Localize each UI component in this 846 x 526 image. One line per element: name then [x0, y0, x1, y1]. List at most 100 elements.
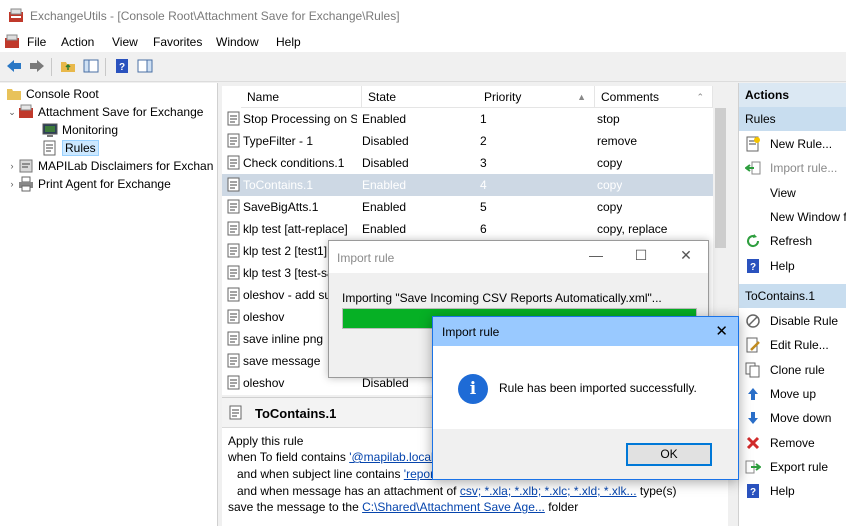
- condition-text: when To field contains: [228, 450, 350, 464]
- svg-text:?: ?: [750, 487, 756, 498]
- comments-header-label: Comments: [601, 90, 660, 104]
- printer-icon: [19, 176, 33, 192]
- table-row[interactable]: klp test [att-replace] Enabled 6 copy, repl…: [222, 218, 713, 240]
- rule-icon: [227, 331, 240, 346]
- rule-icon: [227, 111, 240, 126]
- table-row[interactable]: SaveBigAtts.1 Enabled 5 copy: [222, 196, 713, 218]
- actions-section-rules[interactable]: Rules: [739, 107, 846, 131]
- column-header-state[interactable]: State: [362, 86, 479, 108]
- cell-comments: copy: [597, 156, 623, 170]
- table-row[interactable]: TypeFilter - 1 Disabled 2 remove: [222, 130, 713, 152]
- action-label: Edit Rule...: [770, 338, 829, 353]
- scrollbar-thumb[interactable]: [715, 108, 726, 248]
- action-label: Export rule: [770, 459, 829, 474]
- action-label: Help: [770, 484, 795, 499]
- menu-help[interactable]: Help: [276, 35, 301, 49]
- title-bar: ExchangeUtils - [Console Root\Attachment…: [0, 0, 846, 32]
- rule-icon: [229, 405, 242, 420]
- action-help[interactable]: ? Help: [739, 479, 846, 503]
- rule-icon: [227, 221, 240, 236]
- column-header-comments[interactable]: Comments ⌃: [595, 86, 713, 108]
- tree-item-attachment-save[interactable]: ⌄ Attachment Save for Exchange: [6, 103, 203, 121]
- table-row[interactable]: ToContains.1 Enabled 4 copy: [222, 174, 713, 196]
- folder-path-link[interactable]: C:\Shared\Attachment Save Age...: [362, 500, 545, 514]
- tree-item-rules[interactable]: Rules: [42, 139, 99, 157]
- show-hide-tree-button[interactable]: [82, 57, 100, 75]
- rule-icon: [227, 177, 240, 192]
- attachment-types-link[interactable]: csv; *.xla; *.xlb; *.xlc; *.xld; *.xlk..…: [460, 484, 637, 498]
- help-icon: ?: [745, 483, 761, 499]
- menu-favorites[interactable]: Favorites: [153, 35, 202, 49]
- action-disable-rule[interactable]: Disable Rule: [739, 309, 846, 333]
- svg-text:?: ?: [750, 262, 756, 273]
- forward-button[interactable]: [28, 57, 46, 75]
- action-label: Clone rule: [770, 362, 825, 377]
- action-help[interactable]: ? Help: [739, 254, 846, 278]
- up-folder-button[interactable]: [59, 57, 77, 75]
- toolbar: ?: [0, 52, 846, 82]
- message-dialog-footer: OK: [433, 429, 738, 479]
- import-success-dialog: Import rule ✕ i Rule has been imported s…: [432, 316, 739, 480]
- cell-comments: stop: [597, 112, 620, 126]
- action-clone-rule[interactable]: Clone rule: [739, 358, 846, 382]
- detail-line-4: and when message has an attachment of cs…: [237, 484, 677, 498]
- maximize-button[interactable]: ☐: [630, 247, 652, 267]
- action-export-rule[interactable]: Export rule: [739, 455, 846, 479]
- chevron-down-icon[interactable]: ⌄: [6, 107, 18, 118]
- sort-arrow-icon: ▲: [577, 92, 586, 102]
- column-header-priority[interactable]: Priority ▲: [478, 86, 595, 108]
- tree-item-monitoring[interactable]: Monitoring: [42, 121, 118, 139]
- progress-dialog-titlebar: Import rule — ☐ ✕: [329, 241, 708, 273]
- action-label: Move up: [770, 386, 817, 401]
- menu-file[interactable]: File: [27, 35, 46, 49]
- action-new-window-f[interactable]: New Window f: [739, 205, 846, 229]
- action-import-rule[interactable]: Import rule...: [739, 156, 846, 180]
- action-new-rule[interactable]: New Rule...: [739, 132, 846, 156]
- chevron-right-icon[interactable]: ›: [6, 161, 18, 171]
- rule-icon: [227, 265, 240, 280]
- console-tree-icon: [83, 59, 99, 73]
- actions-header: Actions: [739, 83, 846, 107]
- close-button[interactable]: ✕: [675, 247, 697, 267]
- chevron-right-icon[interactable]: ›: [6, 179, 18, 189]
- action-move-up[interactable]: Move up: [739, 382, 846, 406]
- menu-window[interactable]: Window: [216, 35, 259, 49]
- action-label: New Rule...: [770, 137, 833, 151]
- table-row[interactable]: Check conditions.1 Disabled 3 copy: [222, 152, 713, 174]
- tree-item-console-root[interactable]: Console Root: [6, 85, 99, 103]
- to-field-link[interactable]: '@mapilab.local': [349, 450, 436, 464]
- action-edit-rule[interactable]: Edit Rule...: [739, 333, 846, 357]
- folder-up-icon: [61, 62, 75, 72]
- cell-priority: 3: [480, 156, 487, 170]
- action-remove[interactable]: Remove: [739, 431, 846, 455]
- refresh-icon: [745, 233, 761, 249]
- message-text: Rule has been imported successfully.: [499, 381, 697, 395]
- show-hide-actions-button[interactable]: [136, 57, 154, 75]
- svg-text:?: ?: [119, 62, 125, 73]
- menu-action[interactable]: Action: [61, 35, 94, 49]
- actions-section-selected-rule[interactable]: ToContains.1: [739, 284, 846, 308]
- action-pane-icon: [137, 59, 153, 73]
- edit-icon: [745, 337, 761, 353]
- tree-item-print-agent[interactable]: › Print Agent for Exchange: [6, 175, 171, 193]
- table-row[interactable]: Stop Processing on S... Enabled 1 stop: [222, 108, 713, 130]
- minimize-button[interactable]: —: [585, 247, 607, 267]
- cell-priority: 6: [480, 222, 487, 236]
- ok-button[interactable]: OK: [626, 443, 712, 466]
- action-view[interactable]: View: [739, 181, 846, 205]
- cell-comments: copy, replace: [597, 222, 668, 236]
- cell-name: klp test [att-replace]: [243, 222, 348, 236]
- tree-item-disclaimers[interactable]: › MAPILab Disclaimers for Exchan: [6, 157, 214, 175]
- action-refresh[interactable]: Refresh: [739, 229, 846, 253]
- system-menu-icon[interactable]: [4, 34, 20, 50]
- help-toolbar-button[interactable]: ?: [113, 57, 131, 75]
- menu-view[interactable]: View: [112, 35, 138, 49]
- action-move-down[interactable]: Move down: [739, 406, 846, 430]
- close-icon[interactable]: ✕: [715, 322, 728, 340]
- action-text: save the message to the: [228, 500, 363, 514]
- cell-comments: copy: [597, 200, 623, 214]
- column-header-name[interactable]: Name: [241, 86, 362, 108]
- detail-line-3: and when subject line contains 'report': [237, 467, 440, 481]
- back-button[interactable]: [5, 57, 23, 75]
- detail-line-2: when To field contains '@mapilab.local': [228, 450, 436, 464]
